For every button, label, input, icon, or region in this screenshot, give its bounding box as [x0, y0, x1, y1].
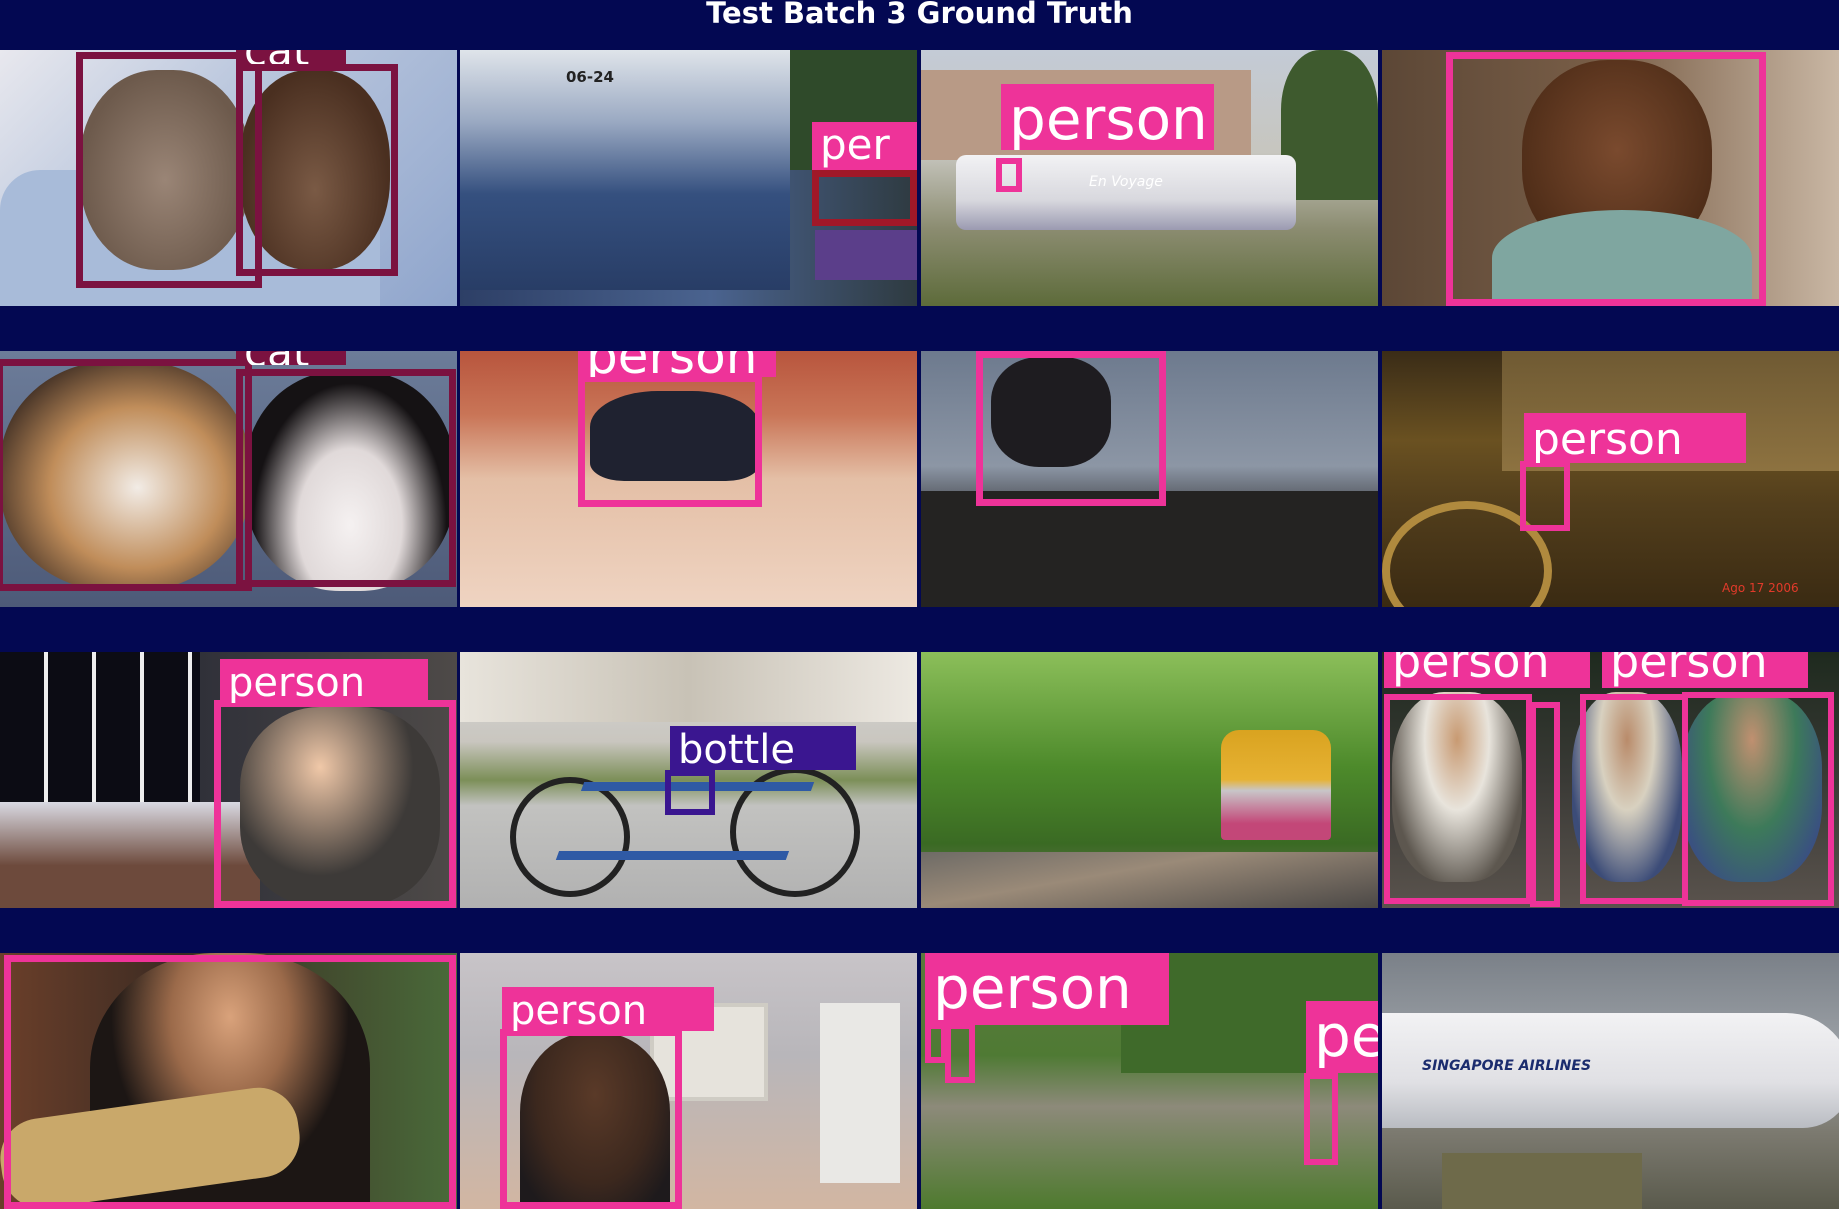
image-tile-yellow-train[interactable] [921, 652, 1378, 908]
bbox-label-cat: cat [236, 50, 346, 64]
image-tile-guitarists[interactable]: person person [1382, 652, 1839, 908]
image-tile-train-white[interactable]: En Voyage person [921, 50, 1378, 306]
bbox-person [4, 955, 456, 1209]
image-tile-woman-phone[interactable] [1382, 50, 1839, 306]
bbox-cat [0, 359, 252, 591]
hillside [921, 491, 1378, 607]
bbox-person [976, 351, 1166, 506]
airline-name: SINGAPORE AIRLINES [1422, 1058, 1592, 1074]
bbox-person [500, 1029, 682, 1209]
page-title: Test Batch 3 Ground Truth [706, 0, 1133, 30]
bbox-person [1446, 52, 1766, 306]
image-tile-girl-computer[interactable]: person [460, 953, 917, 1209]
bbox-person [996, 158, 1022, 192]
bbox-person [945, 1023, 975, 1083]
image-tile-airplane[interactable]: SINGAPORE AIRLINES [1382, 953, 1839, 1209]
bbox-person [1682, 692, 1834, 906]
bbox-cat [236, 64, 398, 276]
bbox-label-person: person [1001, 84, 1214, 150]
bbox-person [578, 375, 762, 507]
banner [815, 230, 917, 280]
image-tile-man-jumping[interactable]: person [460, 351, 917, 607]
bbox-person [812, 170, 917, 226]
image-tile-night-plaza[interactable]: Ago 17 2006 person [1382, 351, 1839, 607]
bbox-person [1580, 694, 1688, 904]
bbox-label-person: person [1602, 652, 1808, 688]
bbox-cat [76, 52, 262, 288]
bbox-label-person: person [1384, 652, 1590, 688]
window [0, 652, 200, 802]
bbox-person [1520, 461, 1570, 531]
image-tile-silhouette-jump[interactable] [921, 351, 1378, 607]
train-front [1221, 730, 1331, 840]
bus-body [460, 50, 790, 290]
train-text: En Voyage [1089, 174, 1163, 190]
bbox-label-person: person [502, 987, 714, 1031]
bbox-person [1304, 1073, 1338, 1165]
image-tile-singer-guitar[interactable] [0, 953, 457, 1209]
bbox-label-bottle: bottle [670, 726, 856, 770]
computer-tower [820, 1003, 900, 1183]
bbox-label-person: person [578, 351, 776, 377]
bbox-label-cat: cat [236, 351, 346, 365]
bbox-bottle [665, 770, 715, 815]
bbox-person [1530, 702, 1560, 907]
image-tile-cats-on-pillow[interactable]: cat [0, 50, 457, 306]
image-tile-garden-people[interactable]: person pe [921, 953, 1378, 1209]
bbox-label-person: pe [1306, 1001, 1378, 1073]
bus-number: 06-24 [566, 68, 614, 86]
bbox-cat [236, 369, 456, 587]
bbox-label-person: person [220, 659, 428, 703]
bbox-person [925, 1023, 947, 1063]
bbox-person [1384, 694, 1532, 904]
bbox-label-person: per [812, 122, 917, 170]
bbox-label-person: person [925, 953, 1169, 1025]
railway-track [921, 852, 1378, 908]
bbox-label-person: person [1524, 413, 1746, 463]
image-tile-bus[interactable]: 06-24 per [460, 50, 917, 306]
bbox-person [214, 700, 456, 908]
image-tile-two-cats[interactable]: cat [0, 351, 457, 607]
image-tile-bicycle[interactable]: bottle [460, 652, 917, 908]
houses [460, 652, 917, 722]
image-tile-woman-kitchen[interactable]: person [0, 652, 457, 908]
date-stamp: Ago 17 2006 [1722, 581, 1799, 595]
ground-vehicles [1442, 1153, 1642, 1209]
